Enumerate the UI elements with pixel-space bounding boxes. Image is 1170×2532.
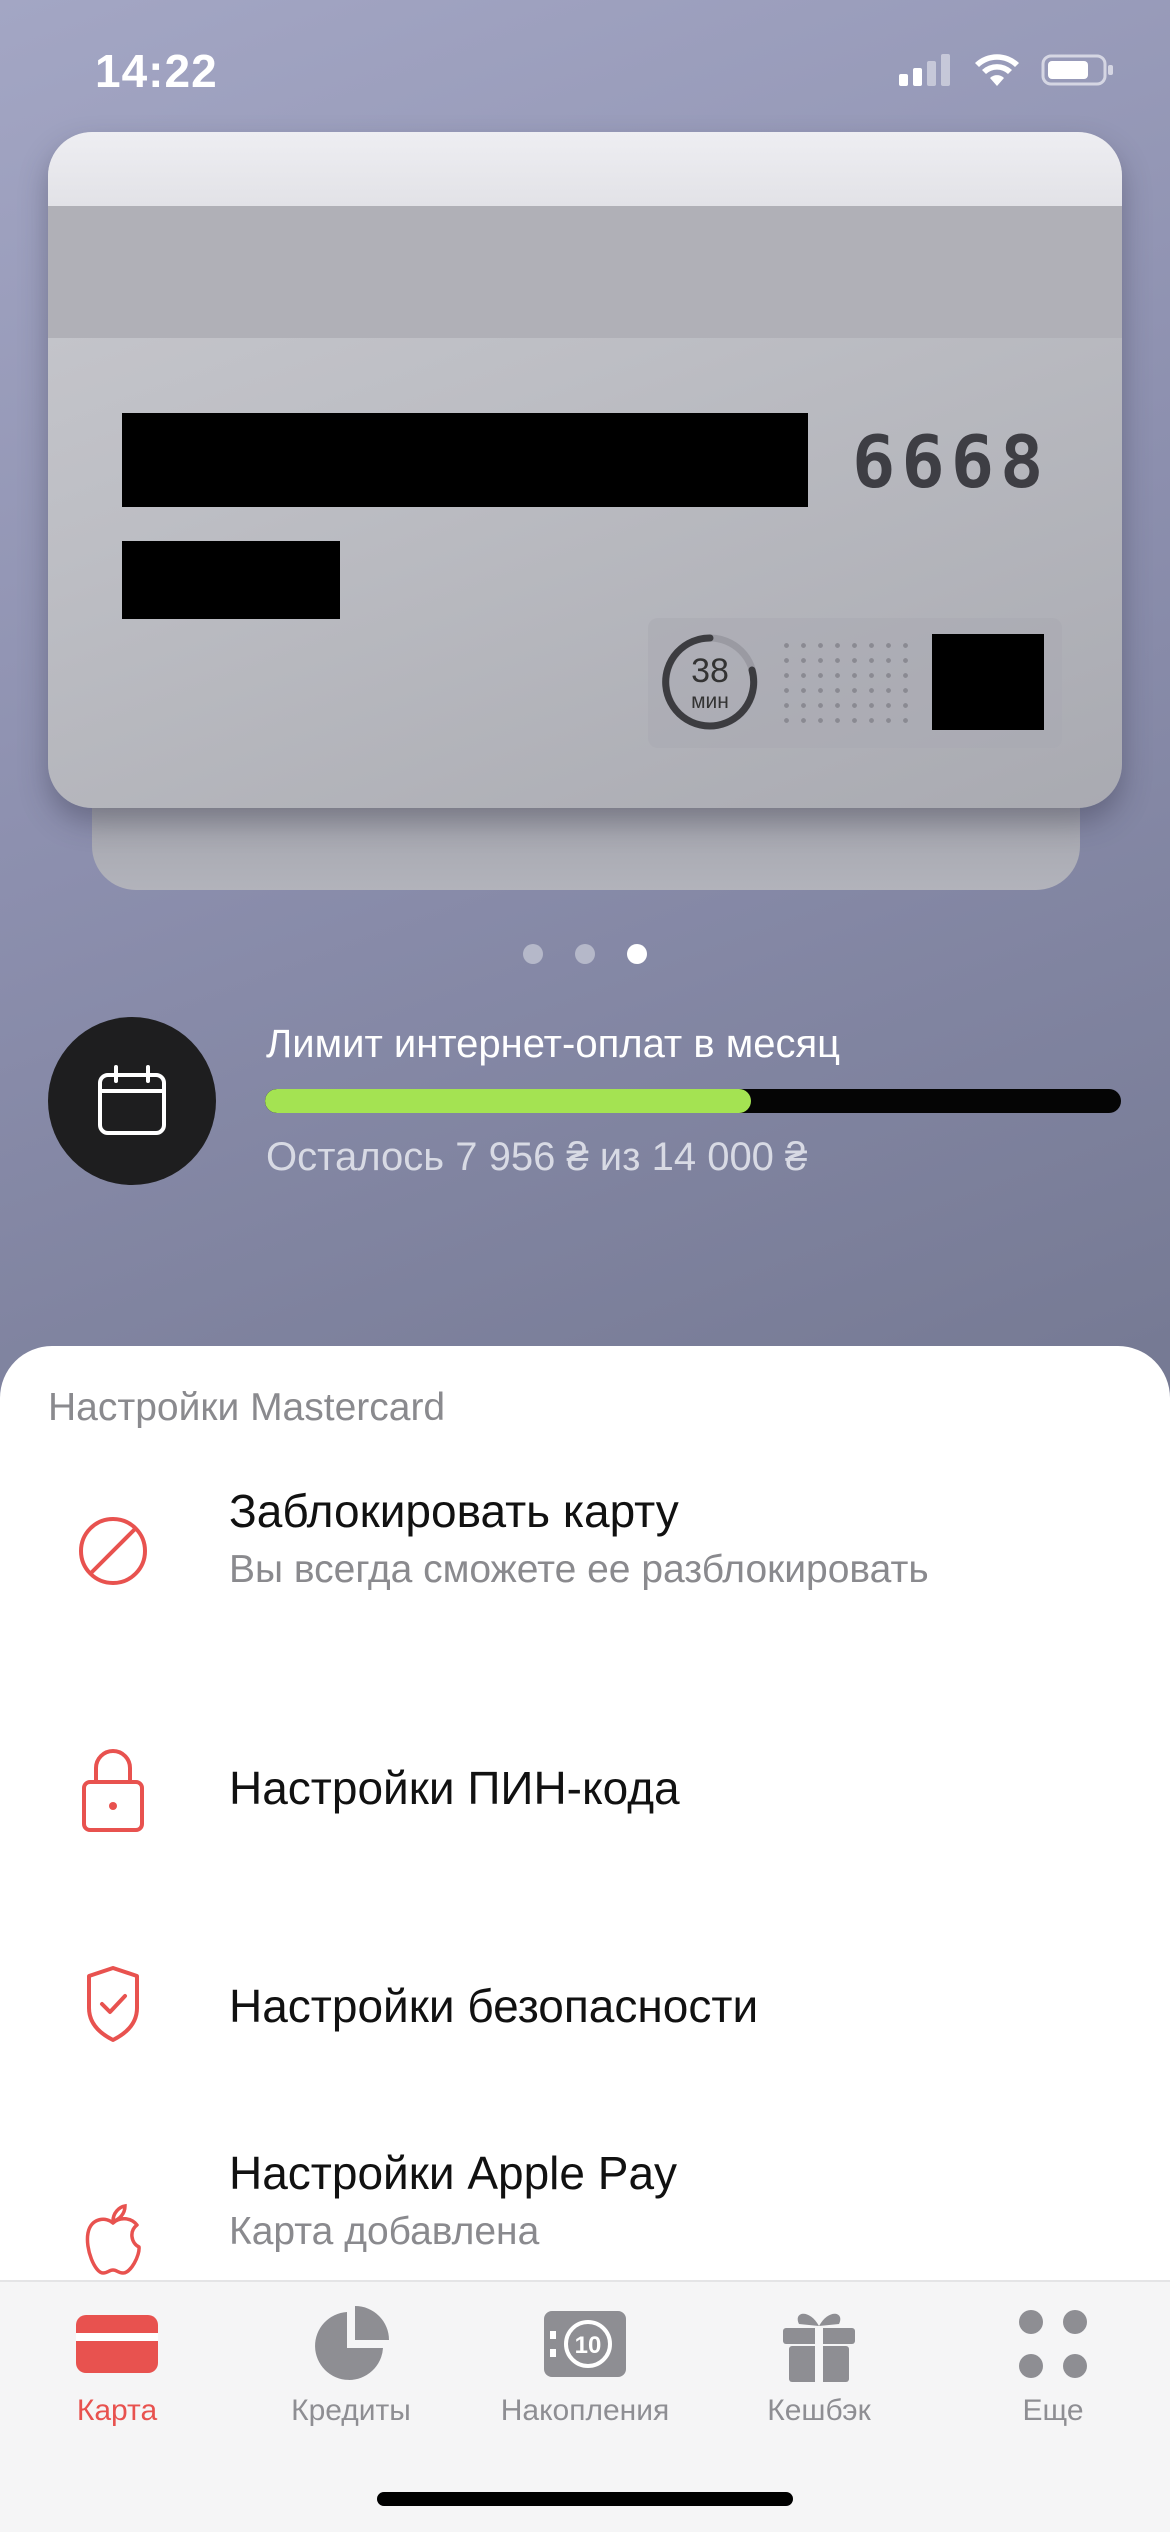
settings-header: Настройки Mastercard	[48, 1386, 446, 1429]
pin-settings-item[interactable]: Настройки ПИН-кода	[0, 1726, 1170, 1926]
more-grid-icon	[936, 2300, 1170, 2388]
card-magnetic-stripe	[48, 206, 1122, 338]
cvv-panel: 38 мин	[648, 618, 1062, 748]
limit-title: Лимит интернет-оплат в месяц	[266, 1022, 841, 1066]
card-top-edge	[48, 132, 1122, 206]
tab-cashback-label: Кешбэк	[767, 2394, 871, 2427]
block-card-subtitle: Вы всегда сможете ее разблокировать	[229, 1548, 929, 1591]
tab-more-label: Еще	[1022, 2394, 1084, 2427]
pager-dot-active[interactable]	[627, 944, 647, 964]
cvv-dots-pattern	[778, 638, 918, 730]
apple-icon	[68, 2196, 158, 2286]
wifi-icon	[975, 54, 1019, 86]
card-pager	[0, 944, 1170, 964]
apple-pay-title: Настройки Apple Pay	[229, 2147, 678, 2199]
card-expiry-redacted	[122, 541, 340, 619]
timer-unit: мин	[691, 690, 729, 713]
lock-icon	[68, 1744, 158, 1834]
shield-icon	[68, 1959, 158, 2049]
tab-card[interactable]: Карта	[0, 2282, 234, 2442]
block-card-title: Заблокировать карту	[229, 1485, 679, 1537]
battery-icon	[1041, 54, 1113, 86]
tab-credits[interactable]: Кредиты	[234, 2282, 468, 2442]
timer-value: 38	[691, 652, 729, 690]
pager-dot[interactable]	[523, 944, 543, 964]
gift-icon	[702, 2300, 936, 2388]
apple-pay-subtitle: Карта добавлена	[229, 2210, 540, 2253]
tab-credits-label: Кредиты	[291, 2394, 411, 2427]
tab-more[interactable]: Еще	[936, 2282, 1170, 2442]
status-time: 14:22	[95, 45, 218, 97]
limit-progress-fill	[265, 1089, 752, 1113]
limit-calendar-button[interactable]	[48, 1017, 216, 1185]
limit-progress-bar	[265, 1089, 1121, 1113]
calendar-icon	[98, 1065, 166, 1135]
tab-savings-label: Накопления	[500, 2394, 670, 2427]
tab-bar: Карта Кредиты 10 Накопления Кешбэк Еще	[0, 2280, 1170, 2532]
pager-dot[interactable]	[575, 944, 595, 964]
block-icon	[68, 1506, 158, 1596]
security-settings-item[interactable]: Настройки безопасности	[0, 1941, 1170, 2141]
status-icons	[899, 52, 1115, 88]
block-card-item[interactable]: Заблокировать карту Вы всегда сможете ее…	[0, 1476, 1170, 1676]
pie-chart-icon	[234, 2300, 468, 2388]
tab-savings[interactable]: 10 Накопления	[468, 2282, 702, 2442]
card-number-redacted	[122, 413, 808, 507]
tab-card-label: Карта	[76, 2394, 158, 2427]
card-icon	[0, 2300, 234, 2388]
tab-cashback[interactable]: Кешбэк	[702, 2282, 936, 2442]
cvv-redacted	[932, 634, 1044, 730]
bank-card[interactable]: 6668 38 мин	[48, 132, 1122, 808]
savings-icon: 10	[468, 2300, 702, 2388]
status-bar: 14:22	[0, 0, 1170, 140]
svg-text:10: 10	[575, 2332, 602, 2359]
pin-settings-title: Настройки ПИН-кода	[229, 1762, 680, 1814]
cellular-signal-icon	[899, 54, 950, 86]
limit-remaining: Осталось 7 956 ₴ из 14 000 ₴	[266, 1135, 808, 1179]
home-indicator[interactable]	[377, 2492, 793, 2506]
cvv-timer: 38 мин	[660, 632, 760, 732]
card-last4: 6668	[852, 420, 1050, 504]
security-settings-title: Настройки безопасности	[229, 1980, 759, 2032]
